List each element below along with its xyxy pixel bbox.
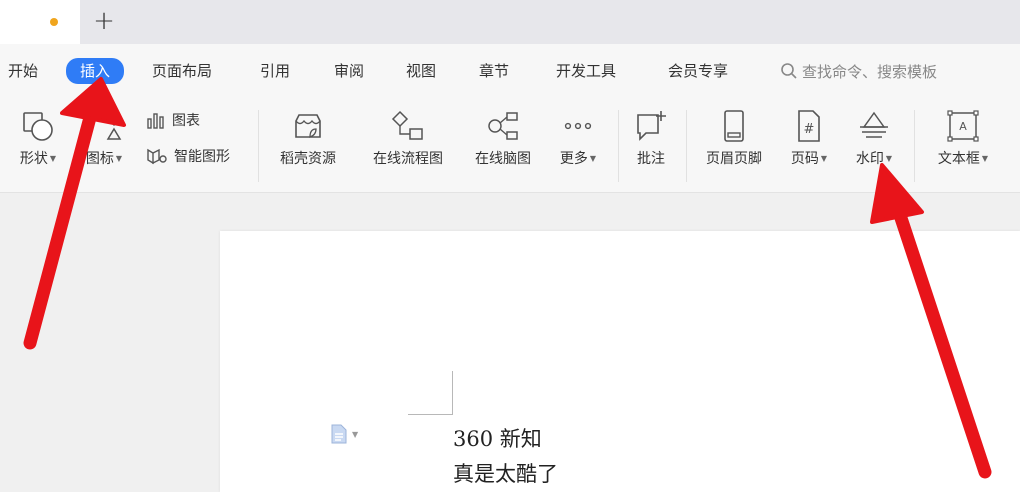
icon-library-icon: [106, 111, 122, 140]
mindmap-label: 在线脑图: [475, 151, 531, 167]
menu-bar: 开始 插入 页面布局 引用 审阅 视图 章节 开发工具 会员专享 查找命令、搜索…: [0, 44, 1020, 100]
flowchart-button[interactable]: 在线流程图: [362, 104, 454, 170]
insert-ribbon: 形状 ▼ 图标 ▼ 图表 智能图形 稻壳资源 在线流程图 在线脑图 更多 ▼ 批…: [0, 100, 1020, 193]
chart-label: 图表: [172, 113, 200, 129]
document-text-line[interactable]: 真是太酷了: [453, 458, 558, 488]
paragraph-options-button[interactable]: ▼: [330, 424, 358, 444]
watermark-button[interactable]: 水印 ▼: [846, 104, 902, 170]
page-number-button[interactable]: # 页码 ▼: [782, 104, 836, 170]
search-placeholder: 查找命令、搜索模板: [802, 62, 938, 81]
document-text-line[interactable]: 360 新知: [453, 423, 542, 453]
tab-strip: +: [0, 0, 1020, 44]
menu-home[interactable]: 开始: [8, 60, 38, 82]
chevron-down-icon: ▼: [981, 154, 989, 163]
more-dots-icon: [564, 122, 592, 130]
more-label: 更多: [559, 151, 588, 167]
page-number-icon: #: [798, 110, 820, 142]
chart-button[interactable]: 图表: [146, 110, 200, 130]
mindmap-button[interactable]: 在线脑图: [466, 104, 540, 170]
menu-insert[interactable]: 插入: [66, 58, 125, 84]
comment-button[interactable]: 批注: [626, 104, 676, 170]
unsaved-dot-icon: [50, 18, 58, 26]
separator: [686, 110, 687, 182]
svg-text:#: #: [804, 122, 815, 137]
document-page[interactable]: [220, 231, 1020, 492]
textbox-label: 文本框: [937, 151, 980, 167]
page-number-label: 页码: [790, 151, 819, 167]
chevron-down-icon: ▼: [49, 154, 57, 163]
comment-plus-icon: [637, 111, 666, 141]
menu-review[interactable]: 审阅: [334, 60, 364, 82]
flowchart-icon: [391, 110, 423, 140]
docer-icon: [295, 114, 321, 138]
chevron-down-icon: ▼: [589, 154, 597, 163]
svg-text:A: A: [959, 120, 967, 133]
icon-library-button[interactable]: 图标 ▼: [76, 104, 132, 170]
watermark-icon: [860, 111, 888, 138]
chevron-down-icon: ▼: [115, 154, 123, 163]
smart-art-label: 智能图形: [174, 149, 230, 165]
textbox-icon: A: [947, 110, 979, 142]
watermark-label: 水印: [855, 151, 884, 167]
header-footer-label: 页眉页脚: [706, 151, 762, 167]
smart-art-button[interactable]: 智能图形: [146, 146, 230, 166]
menu-developer[interactable]: 开发工具: [556, 60, 616, 82]
header-footer-button[interactable]: 页眉页脚: [694, 104, 774, 170]
bar-chart-icon: [147, 113, 164, 129]
menu-view[interactable]: 视图: [406, 60, 436, 82]
chevron-down-icon: ▼: [885, 154, 893, 163]
menu-page-layout[interactable]: 页面布局: [152, 60, 212, 82]
margin-corner-mark: [452, 371, 453, 415]
comment-label: 批注: [637, 151, 665, 167]
menu-member[interactable]: 会员专享: [668, 60, 728, 82]
mindmap-icon: [488, 112, 518, 140]
docer-resources-button[interactable]: 稻壳资源: [270, 104, 346, 170]
icon-library-label: 图标: [85, 151, 114, 167]
command-search[interactable]: 查找命令、搜索模板: [780, 60, 937, 82]
separator: [914, 110, 915, 182]
document-tab[interactable]: [0, 0, 80, 44]
more-button[interactable]: 更多 ▼: [552, 104, 604, 170]
chevron-down-icon: ▼: [352, 429, 359, 439]
smart-art-icon: [147, 148, 167, 165]
menu-section[interactable]: 章节: [479, 60, 509, 82]
textbox-button[interactable]: A 文本框 ▼: [926, 104, 1000, 170]
new-tab-button[interactable]: +: [92, 6, 116, 36]
chevron-down-icon: ▼: [820, 154, 828, 163]
shape-label: 形状: [19, 151, 48, 167]
flowchart-label: 在线流程图: [373, 151, 443, 167]
docer-resources-label: 稻壳资源: [280, 151, 336, 167]
menu-references[interactable]: 引用: [260, 60, 290, 82]
margin-corner-mark: [408, 414, 453, 415]
document-icon: [331, 424, 347, 444]
shape-icon: [23, 112, 53, 141]
search-icon: [781, 63, 797, 79]
shape-button[interactable]: 形状 ▼: [12, 104, 64, 170]
header-footer-icon: [724, 110, 744, 142]
separator: [618, 110, 619, 182]
separator: [258, 110, 259, 182]
